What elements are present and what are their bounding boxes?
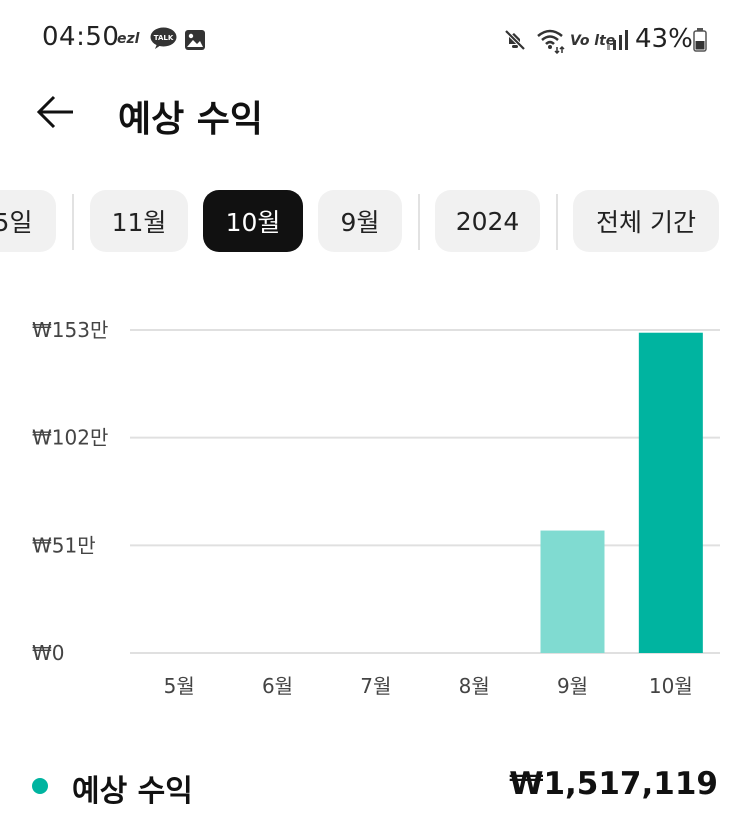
talk-icon-text: TALK — [154, 34, 174, 42]
chip-2024[interactable]: 2024 — [435, 190, 540, 252]
chip-5il[interactable]: 5일 — [0, 190, 56, 252]
status-bar: 04:50 ezl TALK Vo lte 43% — [0, 0, 750, 80]
chip-october[interactable]: 10월 — [203, 190, 303, 252]
x-tick-label: 6월 — [262, 674, 293, 698]
y-tick-label: ₩51만 — [32, 533, 96, 557]
period-filter-chips: 5일 11월 10월 9월 2024 전체 기간 — [0, 190, 750, 254]
x-tick-label: 8월 — [459, 674, 490, 698]
y-tick-label: ₩153만 — [32, 318, 108, 342]
bar[interactable] — [638, 332, 703, 653]
x-tick-label: 5월 — [164, 674, 195, 698]
chip-divider — [556, 194, 558, 250]
page-title: 예상 수익 — [118, 99, 264, 140]
bar[interactable] — [540, 530, 605, 653]
summary-label: 예상 수익 — [72, 774, 193, 809]
back-button[interactable] — [34, 90, 78, 134]
earnings-bar-chart: ₩0 ₩51만 ₩102만 ₩153만 5월 6월 7월 8월 9월 10월 — [32, 318, 720, 698]
gallery-icon — [185, 30, 205, 50]
mute-icon — [504, 29, 526, 51]
wifi-icon — [537, 29, 565, 54]
legend-dot — [32, 778, 48, 794]
battery-icon — [693, 28, 707, 52]
x-tick-label: 10월 — [649, 674, 693, 698]
x-tick-label: 7월 — [360, 674, 391, 698]
y-tick-label: ₩0 — [32, 641, 65, 665]
x-tick-label: 9월 — [557, 674, 588, 698]
summary-value: ₩1,517,119 — [509, 766, 718, 802]
status-time: 04:50 — [42, 22, 120, 52]
chip-november[interactable]: 11월 — [90, 190, 188, 252]
ezl-icon: ezl — [117, 31, 140, 47]
signal-icon — [607, 30, 628, 50]
arrow-left-icon — [36, 95, 73, 129]
battery-percent: 43% — [635, 24, 693, 54]
chip-september[interactable]: 9월 — [318, 190, 402, 252]
talk-icon: TALK — [150, 27, 177, 49]
chip-all-period[interactable]: 전체 기간 — [573, 190, 719, 252]
y-tick-label: ₩102만 — [32, 426, 108, 450]
chip-divider — [72, 194, 74, 250]
summary-row: 예상 수익 ₩1,517,119 — [0, 760, 750, 810]
chip-divider — [418, 194, 420, 250]
